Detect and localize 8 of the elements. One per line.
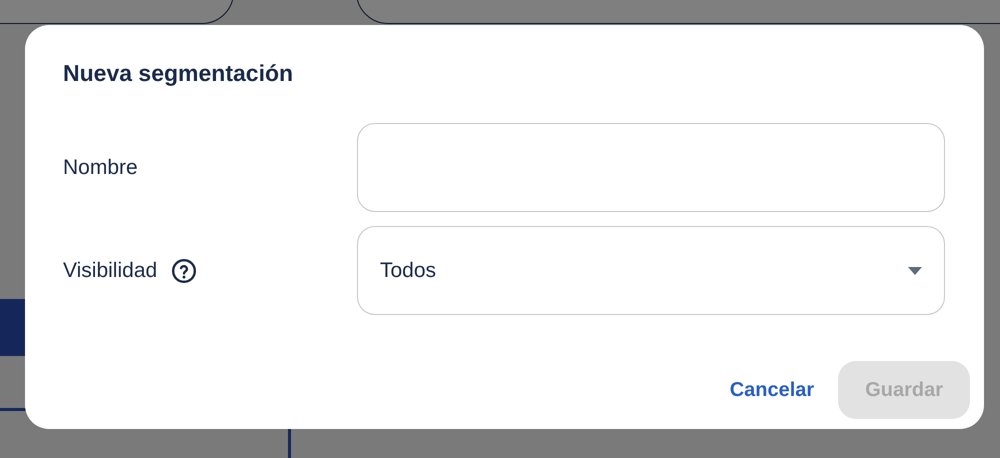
input-field[interactable]: [357, 123, 945, 212]
dropdown[interactable]: Todos: [357, 226, 945, 315]
field-label: Visibilidad: [63, 258, 158, 282]
field-label: Nombre: [63, 156, 138, 180]
dialog-title: Nueva segmentación: [63, 59, 294, 88]
cancel-button[interactable]: Cancelar: [730, 361, 814, 419]
help-icon[interactable]: [171, 258, 198, 284]
caret-icon: [908, 266, 922, 274]
